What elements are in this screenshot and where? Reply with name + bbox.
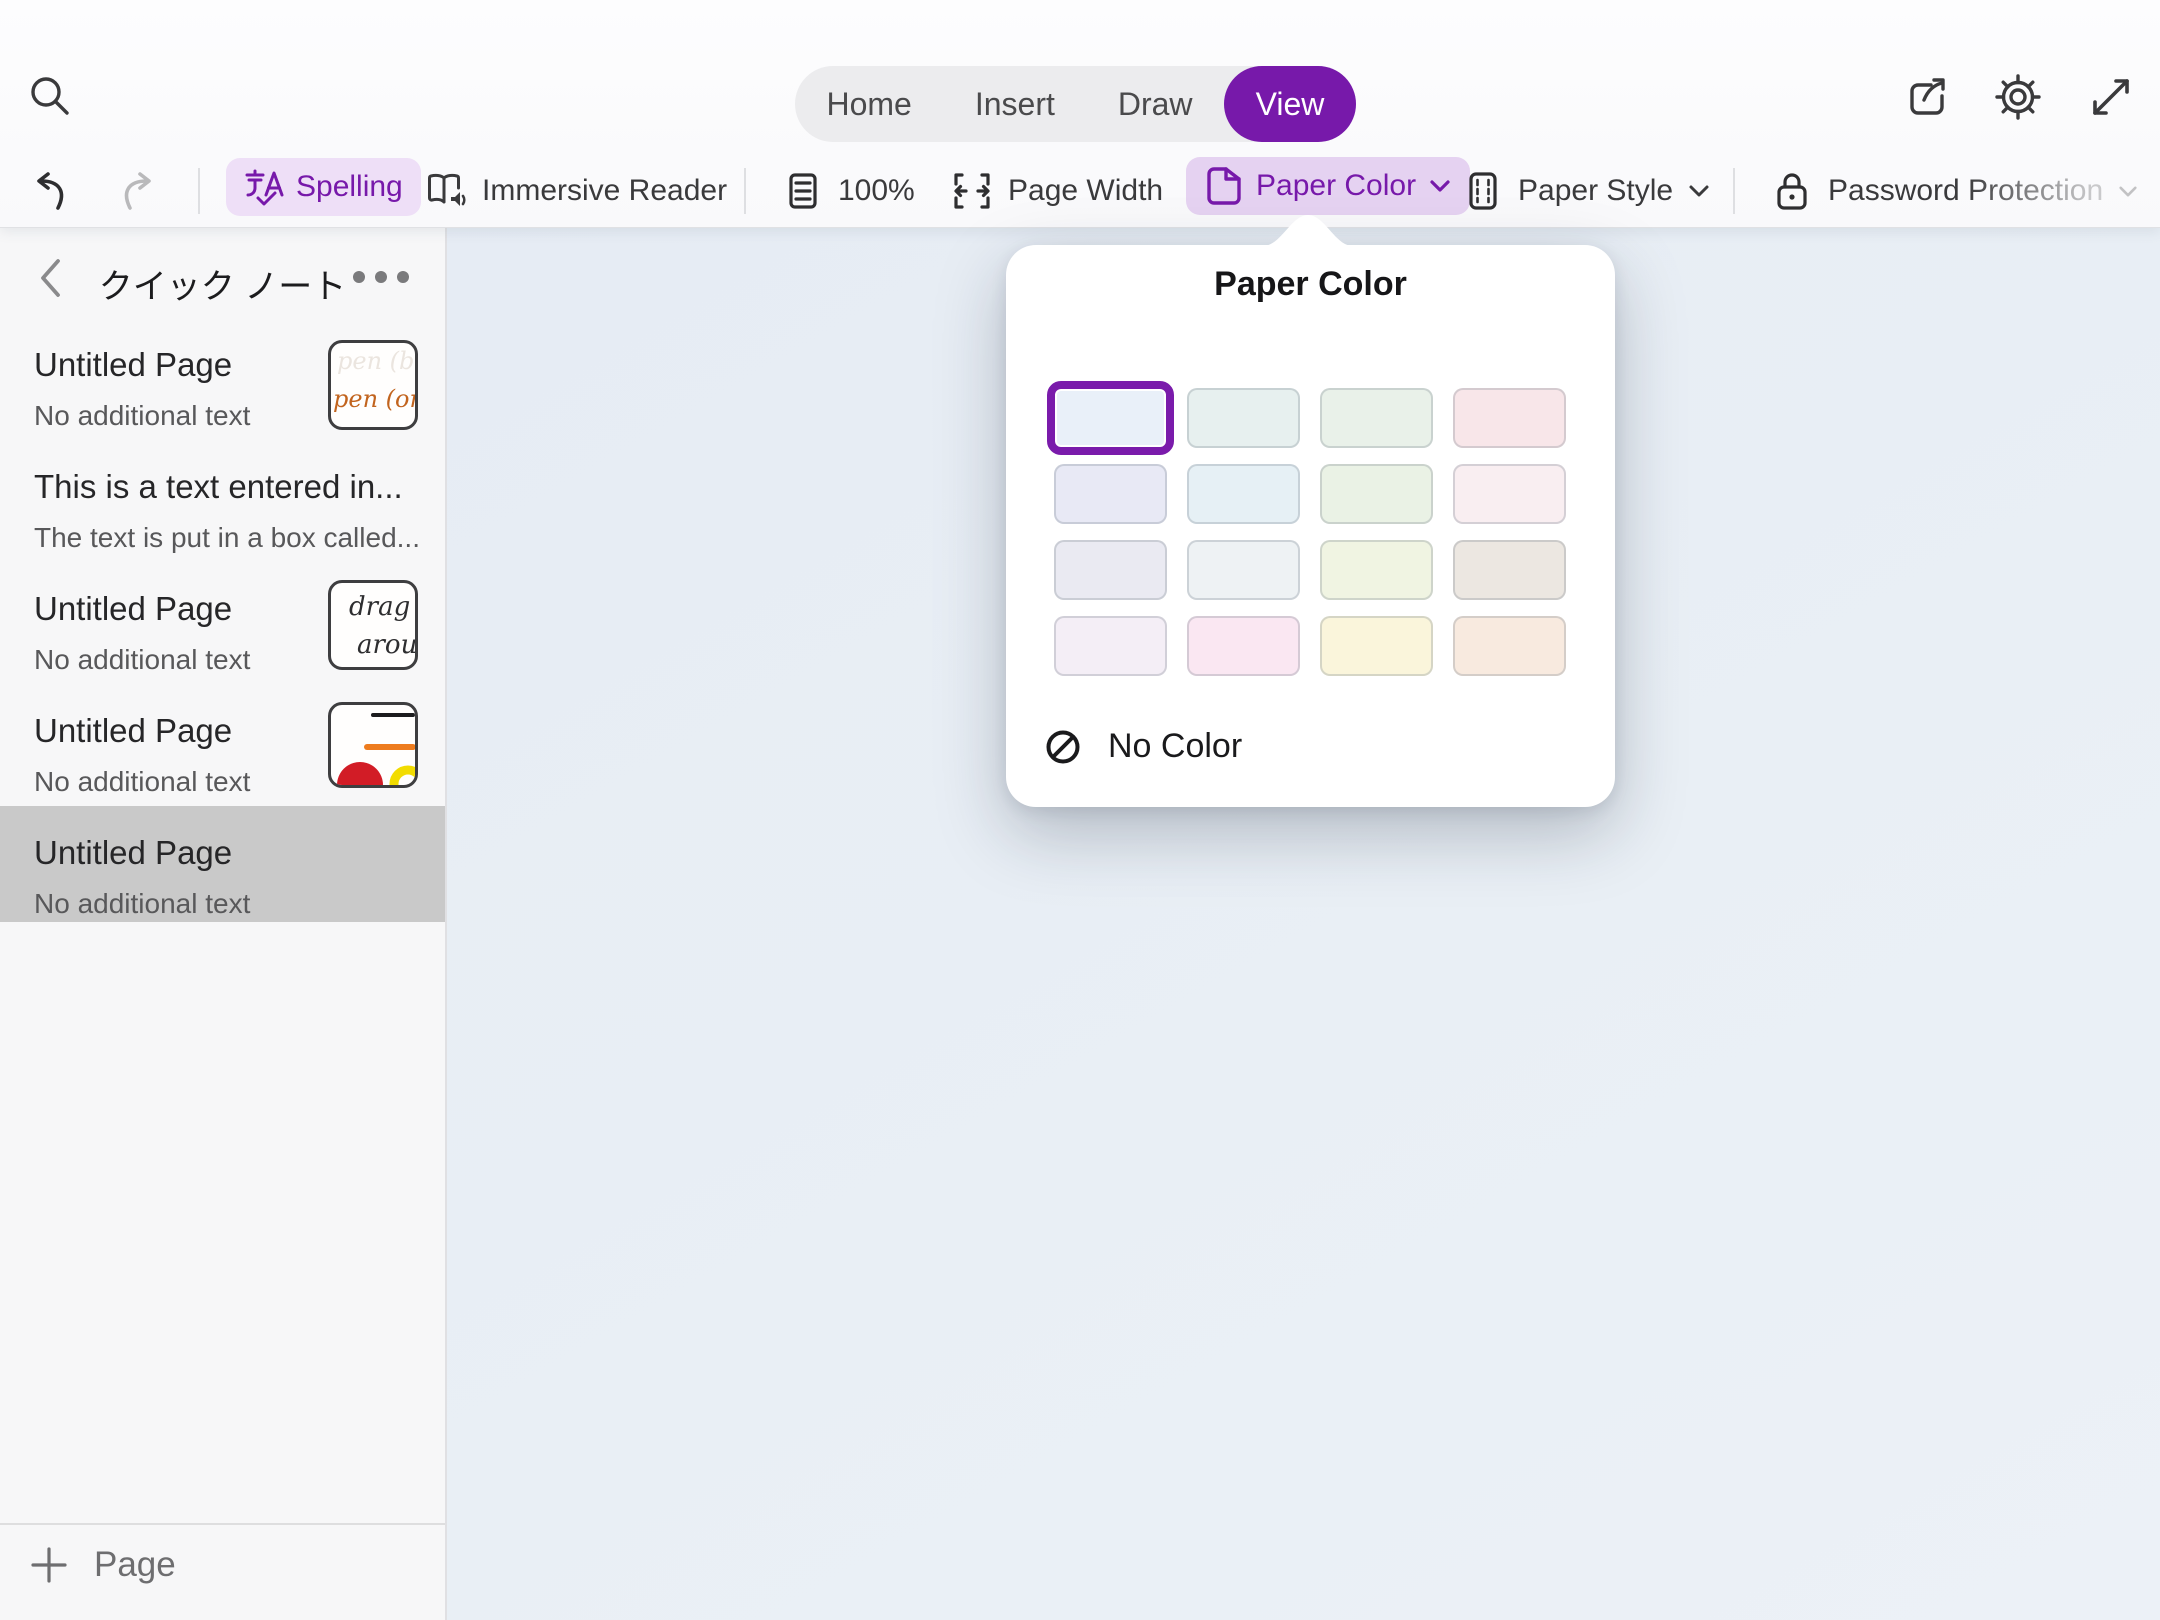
onenote-app: Home Insert Draw View: [0, 0, 2160, 1620]
fullscreen-button[interactable]: [2086, 72, 2136, 122]
page-title: Untitled Page: [34, 834, 434, 872]
page-subtitle: No additional text: [34, 644, 314, 676]
tab-home[interactable]: Home: [795, 66, 943, 142]
page-title: Untitled Page: [34, 346, 314, 384]
ribbon-tabs: Home Insert Draw View: [795, 66, 1356, 142]
top-toolbar: Home Insert Draw View: [0, 0, 2160, 227]
page-subtitle: The text is put in a box called...: [34, 522, 434, 554]
spelling-label: Spelling: [296, 170, 403, 204]
page-width-label: Page Width: [1008, 174, 1163, 208]
tab-insert[interactable]: Insert: [943, 66, 1086, 142]
undo-button[interactable]: [26, 168, 74, 216]
paper-style-button[interactable]: Paper Style: [1462, 155, 1711, 227]
page-list-item[interactable]: This is a text entered in... The text is…: [34, 452, 434, 574]
paper-color-swatch[interactable]: [1320, 616, 1433, 676]
page-title: This is a text entered in...: [34, 468, 434, 506]
share-icon: [1904, 73, 1952, 121]
chevron-left-icon: [37, 256, 63, 300]
paper-color-swatch[interactable]: [1047, 381, 1174, 455]
page-width-button[interactable]: Page Width: [950, 155, 1163, 227]
password-protection-button[interactable]: Password Protection: [1770, 155, 2139, 227]
page-title: Untitled Page: [34, 590, 314, 628]
paper-color-button[interactable]: Paper Color: [1186, 157, 1470, 215]
svg-text:arou: arou: [357, 630, 415, 660]
chevron-down-icon: [1428, 178, 1452, 194]
paper-color-swatch[interactable]: [1453, 540, 1566, 600]
paper-color-popup: Paper Color No Color: [1006, 245, 1615, 807]
back-button[interactable]: [36, 255, 64, 301]
paper-color-icon: [1204, 164, 1244, 208]
no-color-icon: [1044, 728, 1082, 766]
plus-icon: [30, 1546, 68, 1584]
page-list-item-selected[interactable]: Untitled Page No additional text: [34, 818, 434, 940]
ellipsis-icon: [350, 269, 412, 285]
svg-text:pen (ora: pen (ora: [333, 385, 415, 413]
page-list-sidebar: クイック ノート Untitled Page No additional tex…: [0, 227, 447, 1620]
paper-color-swatch[interactable]: [1054, 540, 1167, 600]
page-thumbnail: pen (bl pen (ora: [328, 340, 418, 430]
popup-caret: [1263, 215, 1353, 246]
notebook-section-title: クイック ノート: [99, 259, 346, 308]
zoom-button[interactable]: 100%: [782, 155, 915, 227]
page-thumbnail: drag arou: [328, 580, 418, 670]
tab-view[interactable]: View: [1224, 66, 1356, 142]
lock-icon: [1770, 168, 1814, 214]
spelling-button[interactable]: Spelling: [226, 158, 421, 216]
paper-color-swatch[interactable]: [1320, 540, 1433, 600]
page-subtitle: No additional text: [34, 400, 314, 432]
password-protection-label: Password Protection: [1828, 174, 2103, 208]
paper-color-swatch[interactable]: [1320, 464, 1433, 524]
search-button[interactable]: [26, 72, 74, 120]
no-color-label: No Color: [1108, 727, 1242, 766]
paper-color-swatch[interactable]: [1453, 464, 1566, 524]
zoom-document-icon: [782, 170, 824, 212]
paper-color-swatch[interactable]: [1453, 388, 1566, 448]
add-page-label: Page: [94, 1545, 176, 1585]
paper-color-swatch[interactable]: [1054, 464, 1167, 524]
undo-icon: [28, 170, 72, 214]
immersive-reader-button[interactable]: Immersive Reader: [424, 155, 727, 227]
page-title: Untitled Page: [34, 712, 314, 750]
toolbar-divider: [1733, 168, 1735, 214]
page-thumbnail: [328, 702, 418, 788]
zoom-label: 100%: [838, 174, 915, 208]
paper-color-swatch[interactable]: [1187, 616, 1300, 676]
no-color-option[interactable]: No Color: [1044, 727, 1242, 766]
chevron-down-icon: [1687, 183, 1711, 199]
immersive-reader-label: Immersive Reader: [482, 174, 727, 208]
add-page-button[interactable]: Page: [30, 1545, 176, 1585]
paper-color-swatch[interactable]: [1187, 540, 1300, 600]
popup-title: Paper Color: [1006, 265, 1615, 304]
page-subtitle: No additional text: [34, 766, 314, 798]
page-width-icon: [950, 169, 994, 213]
toolbar-divider: [198, 168, 200, 214]
paper-style-label: Paper Style: [1518, 174, 1673, 208]
immersive-reader-icon: [424, 169, 468, 213]
redo-button[interactable]: [114, 168, 162, 216]
paper-color-swatch[interactable]: [1187, 464, 1300, 524]
gear-icon: [1993, 72, 2043, 122]
spelling-icon: [244, 167, 284, 207]
paper-style-icon: [1462, 169, 1504, 213]
paper-color-swatch[interactable]: [1054, 616, 1167, 676]
tab-draw[interactable]: Draw: [1086, 66, 1224, 142]
share-button[interactable]: [1903, 72, 1953, 122]
sidebar-divider: [0, 1523, 445, 1525]
sidebar-header: クイック ノート: [0, 227, 445, 327]
chevron-down-icon: [2117, 184, 2139, 199]
search-icon: [27, 73, 73, 119]
toolbar-divider: [744, 168, 746, 214]
svg-text:pen (bl: pen (bl: [337, 347, 415, 375]
paper-color-swatch[interactable]: [1453, 616, 1566, 676]
section-more-button[interactable]: [349, 267, 413, 287]
paper-color-label: Paper Color: [1256, 169, 1416, 203]
paper-color-swatch[interactable]: [1187, 388, 1300, 448]
page-subtitle: No additional text: [34, 888, 434, 920]
expand-icon: [2088, 74, 2134, 120]
paper-color-swatch[interactable]: [1320, 388, 1433, 448]
settings-button[interactable]: [1992, 71, 2044, 123]
redo-icon: [116, 170, 160, 214]
svg-text:drag: drag: [349, 592, 410, 622]
